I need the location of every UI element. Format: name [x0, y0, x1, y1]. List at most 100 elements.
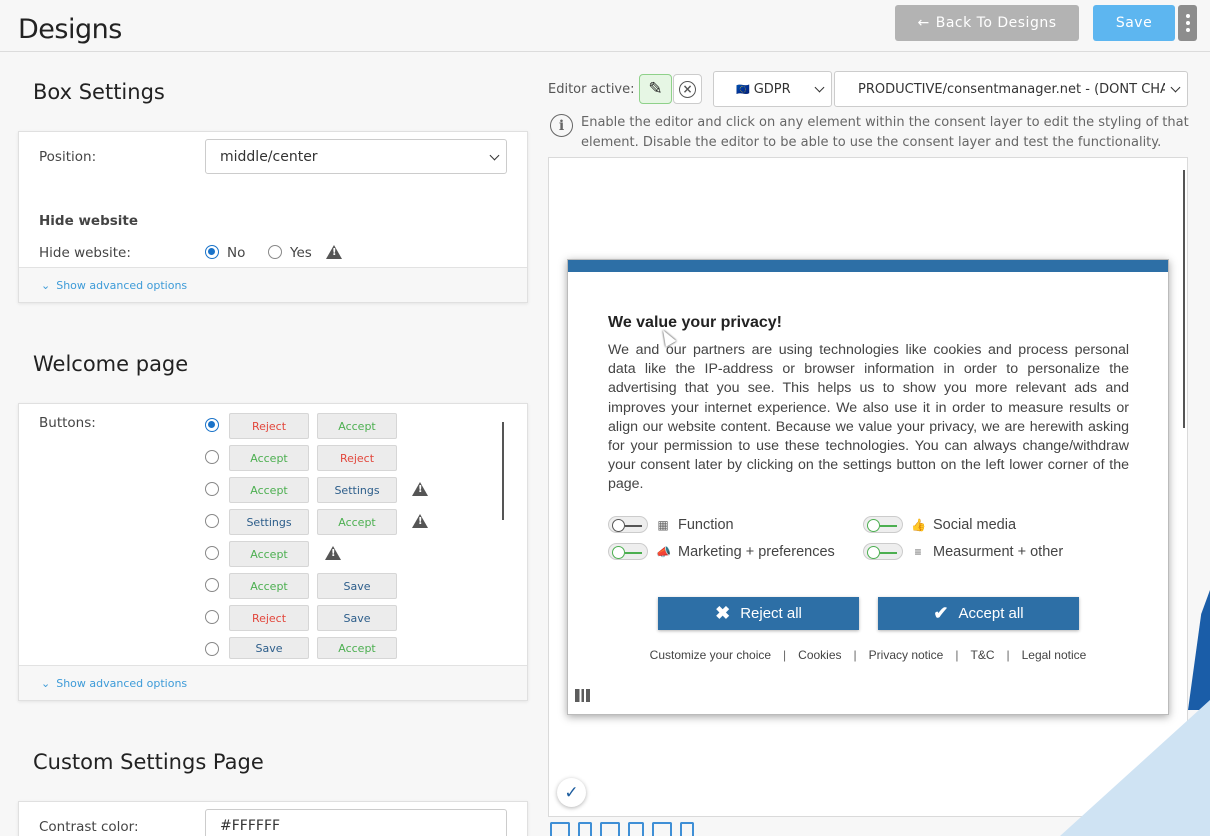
- tablet-icon[interactable]: [600, 822, 620, 836]
- back-button-label: Back To Designs: [935, 15, 1057, 31]
- contrast-color-label: Contrast color:: [39, 819, 139, 835]
- domain-select[interactable]: PRODUCTIVE/consentmanager.net - (DONT CH…: [834, 71, 1188, 107]
- arrow-left-icon: ←: [917, 15, 930, 31]
- link-separator: |: [1006, 648, 1010, 662]
- sliders-icon: ≡: [914, 544, 922, 559]
- custom-settings-card: Contrast color: #FFFFFF: [18, 801, 528, 836]
- cookies-link[interactable]: Cookies: [798, 648, 841, 662]
- toggle-switch[interactable]: [863, 516, 903, 533]
- chevron-down-icon: ⌄: [41, 278, 51, 292]
- position-value: middle/center: [220, 148, 318, 165]
- customize-link[interactable]: Customize your choice: [650, 648, 771, 662]
- layout-button-b: Accept: [317, 413, 397, 439]
- layout-button-a: Settings: [229, 509, 309, 535]
- consent-links: Customize your choice | Cookies | Privac…: [568, 648, 1168, 662]
- consent-body[interactable]: We and our partners are using technologi…: [608, 341, 1129, 495]
- domain-select-value: PRODUCTIVE/consentmanager.net - (DONT CH…: [858, 81, 1165, 97]
- accept-all-label: Accept all: [958, 605, 1024, 622]
- editor-toggle-button[interactable]: ✎: [639, 74, 672, 104]
- chevron-down-icon: [489, 150, 500, 161]
- consent-badge-icon[interactable]: ✓: [557, 778, 586, 807]
- toggle-switch[interactable]: [608, 516, 648, 533]
- purpose-label: Function: [678, 516, 734, 533]
- button-layout-radio[interactable]: [205, 482, 219, 496]
- toggle-switch[interactable]: [608, 543, 648, 560]
- chevron-down-icon: [814, 82, 825, 93]
- reject-all-label: Reject all: [740, 605, 802, 622]
- layout-button-a: Accept: [229, 477, 309, 503]
- close-circle-icon: ×: [679, 80, 696, 98]
- purpose-function[interactable]: ▦ Function: [608, 516, 734, 533]
- grid-icon: ▦: [657, 517, 669, 532]
- back-to-designs-button[interactable]: ← Back To Designs: [895, 5, 1079, 41]
- show-advanced-options-link[interactable]: ⌄ Show advanced options: [19, 267, 527, 302]
- hide-website-heading: Hide website: [39, 213, 139, 229]
- decorative-shape: [1188, 590, 1210, 710]
- layout-button-a: Accept: [229, 445, 309, 471]
- warning-icon: [325, 546, 341, 560]
- save-button[interactable]: Save: [1093, 5, 1175, 41]
- custom-settings-title: Custom Settings Page: [33, 750, 264, 774]
- info-icon: i: [550, 114, 573, 137]
- button-layout-radio[interactable]: [205, 578, 219, 592]
- toggle-switch[interactable]: [863, 543, 903, 560]
- purpose-label: Marketing + preferences: [678, 543, 835, 560]
- button-layout-radio[interactable]: [205, 610, 219, 624]
- law-select[interactable]: 🇪🇺 GDPR: [713, 71, 832, 107]
- welcome-page-title: Welcome page: [33, 352, 189, 376]
- button-layout-radio[interactable]: [205, 514, 219, 528]
- eu-flag-icon: 🇪🇺: [736, 82, 750, 96]
- reject-all-button[interactable]: ✖ Reject all: [658, 597, 859, 630]
- phone-icon[interactable]: [578, 822, 592, 836]
- layout-button-b: Save: [317, 573, 397, 599]
- contrast-color-input[interactable]: #FFFFFF: [205, 809, 507, 836]
- purpose-social-media[interactable]: 👍 Social media: [863, 516, 1016, 533]
- link-separator: |: [955, 648, 959, 662]
- link-separator: |: [853, 648, 857, 662]
- layout-button-a: Accept: [229, 573, 309, 599]
- advanced-options-label: Show advanced options: [56, 278, 188, 292]
- tc-link[interactable]: T&C: [970, 648, 994, 662]
- layout-button-b: Settings: [317, 477, 397, 503]
- thumbs-up-icon: 👍: [911, 517, 926, 532]
- link-separator: |: [783, 648, 787, 662]
- dot-icon: [1185, 14, 1190, 18]
- device-preview-bar: [550, 822, 694, 836]
- dot-icon: [1185, 21, 1190, 25]
- hide-website-no-label: No: [227, 245, 246, 261]
- consent-title[interactable]: We value your privacy!: [608, 314, 782, 332]
- button-layout-radio[interactable]: [205, 642, 219, 656]
- scrollbar[interactable]: [502, 422, 504, 520]
- advanced-options-label: Show advanced options: [56, 676, 188, 690]
- button-layout-radio[interactable]: [205, 418, 219, 432]
- qr-code-icon: [575, 689, 590, 702]
- compress-icon[interactable]: [680, 822, 694, 836]
- chevron-down-icon: ⌄: [41, 676, 51, 690]
- warning-icon: [412, 514, 428, 528]
- consent-layer: We value your privacy! We and our partne…: [567, 259, 1169, 715]
- position-select[interactable]: middle/center: [205, 139, 507, 174]
- more-options-button[interactable]: [1178, 5, 1197, 41]
- preview-scrollbar[interactable]: [1183, 170, 1185, 428]
- layout-button-b: Reject: [317, 445, 397, 471]
- button-layout-radio[interactable]: [205, 450, 219, 464]
- purpose-label: Measurment + other: [933, 543, 1064, 560]
- hide-website-yes-radio[interactable]: [268, 245, 282, 259]
- accept-all-button[interactable]: ✔ Accept all: [878, 597, 1079, 630]
- layout-button-b: Save: [317, 605, 397, 631]
- layout-button-a: Save: [229, 637, 309, 659]
- show-advanced-options-link[interactable]: ⌄ Show advanced options: [19, 665, 527, 700]
- mobile-icon[interactable]: [628, 822, 644, 836]
- box-settings-card: Position: middle/center Hide website Hid…: [18, 131, 528, 303]
- box-settings-title: Box Settings: [33, 80, 165, 104]
- button-layout-radio[interactable]: [205, 546, 219, 560]
- legal-notice-link[interactable]: Legal notice: [1022, 648, 1087, 662]
- privacy-notice-link[interactable]: Privacy notice: [869, 648, 944, 662]
- android-icon[interactable]: [652, 822, 672, 836]
- layout-button-b: Accept: [317, 509, 397, 535]
- purpose-marketing[interactable]: 📣 Marketing + preferences: [608, 543, 835, 560]
- external-link-icon[interactable]: [550, 822, 570, 836]
- hide-website-no-radio[interactable]: [205, 245, 219, 259]
- editor-off-button[interactable]: ×: [673, 74, 702, 104]
- purpose-measurement[interactable]: ≡ Measurment + other: [863, 543, 1063, 560]
